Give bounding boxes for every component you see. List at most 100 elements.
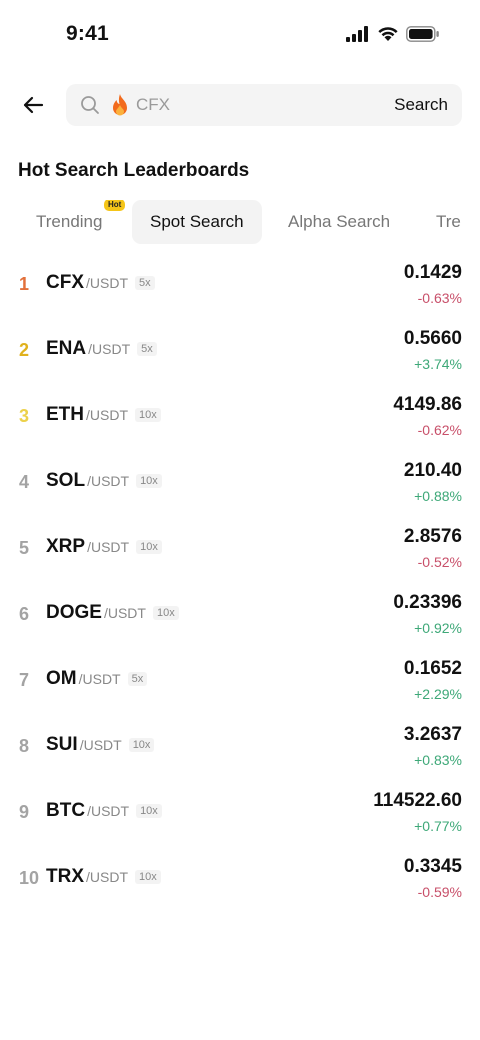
pair-symbol: CFX/USDT 5x xyxy=(46,272,155,294)
quote-asset: /USDT xyxy=(88,341,131,357)
pair-symbol: OM/USDT 5x xyxy=(46,668,148,690)
rank-number: 8 xyxy=(19,736,30,756)
leverage-badge: 10x xyxy=(136,474,162,488)
last-price: 0.1652 xyxy=(403,658,462,679)
list-item[interactable]: 6 DOGE/USDT 10x 0.23396 +0.92% xyxy=(0,582,480,648)
tab-spot-search[interactable]: Spot Search xyxy=(132,200,262,244)
pair-symbol: XRP/USDT 10x xyxy=(46,536,162,558)
price-change: -0.63% xyxy=(417,290,462,306)
price-change: +2.29% xyxy=(414,686,462,702)
price-change: +3.74% xyxy=(414,356,462,372)
quote-asset: /USDT xyxy=(87,539,130,555)
rank-number: 5 xyxy=(19,538,30,558)
base-asset: OM xyxy=(46,668,77,689)
last-price: 0.3345 xyxy=(403,856,462,877)
list-item[interactable]: 4 SOL/USDT 10x 210.40 +0.88% xyxy=(0,450,480,516)
leverage-badge: 5x xyxy=(127,672,148,686)
price-change: -0.52% xyxy=(417,554,462,570)
leverage-badge: 10x xyxy=(136,540,162,554)
last-price: 210.40 xyxy=(403,460,462,481)
status-time: 9:41 xyxy=(66,22,109,45)
hot-badge: Hot xyxy=(104,200,126,211)
pair-symbol: SUI/USDT 10x xyxy=(46,734,155,756)
last-price: 3.2637 xyxy=(403,724,462,745)
list-item[interactable]: 1 CFX/USDT 5x 0.1429 -0.63% xyxy=(0,252,480,318)
list-item[interactable]: 10 TRX/USDT 10x 0.3345 -0.59% xyxy=(0,846,480,912)
price-change: +0.77% xyxy=(414,818,462,834)
search-input[interactable] xyxy=(136,84,376,126)
pair-symbol: DOGE/USDT 10x xyxy=(46,602,179,624)
leaderboard-tabs: Trending Hot Spot Search Alpha Search Tr… xyxy=(18,200,480,244)
price-change: +0.83% xyxy=(414,752,462,768)
quote-asset: /USDT xyxy=(86,869,128,885)
last-price: 114522.60 xyxy=(373,790,462,811)
last-price: 0.5660 xyxy=(403,328,462,349)
price-change: +0.92% xyxy=(414,620,462,636)
rank-number: 4 xyxy=(19,472,30,492)
base-asset: DOGE xyxy=(46,602,102,623)
rank-number: 10 xyxy=(19,868,40,888)
rank-number: 2 xyxy=(19,340,30,360)
list-item[interactable]: 9 BTC/USDT 10x 114522.60 +0.77% xyxy=(0,780,480,846)
pair-symbol: SOL/USDT 10x xyxy=(46,470,162,492)
pair-symbol: ETH/USDT 10x xyxy=(46,404,161,426)
leverage-badge: 10x xyxy=(152,606,179,620)
pair-symbol: BTC/USDT 10x xyxy=(46,800,162,822)
list-item[interactable]: 7 OM/USDT 5x 0.1652 +2.29% xyxy=(0,648,480,714)
quote-asset: /USDT xyxy=(86,275,128,291)
quote-asset: /USDT xyxy=(87,803,130,819)
status-bar: 9:41 xyxy=(0,0,480,72)
tab-label: Trending xyxy=(36,212,103,231)
quote-asset: /USDT xyxy=(79,737,122,753)
base-asset: ETH xyxy=(46,404,84,425)
back-button[interactable] xyxy=(18,90,48,120)
search-box[interactable]: Search xyxy=(66,84,462,126)
leverage-badge: 5x xyxy=(135,276,155,290)
search-icon xyxy=(81,96,99,114)
quote-asset: /USDT xyxy=(86,407,128,423)
tab-label: Spot Search xyxy=(150,212,244,231)
last-price: 2.8576 xyxy=(403,526,462,547)
battery-icon xyxy=(406,26,439,42)
base-asset: TRX xyxy=(46,866,84,887)
pair-symbol: TRX/USDT 10x xyxy=(46,866,161,888)
base-asset: ENA xyxy=(46,338,87,359)
base-asset: XRP xyxy=(46,536,86,557)
search-button[interactable]: Search xyxy=(394,95,448,115)
arrow-left-icon xyxy=(23,96,44,114)
cellular-signal-icon xyxy=(346,26,368,42)
base-asset: SOL xyxy=(46,470,86,491)
leverage-badge: 10x xyxy=(135,870,161,884)
base-asset: SUI xyxy=(46,734,78,755)
price-change: +0.88% xyxy=(414,488,462,504)
tab-alpha-search[interactable]: Alpha Search xyxy=(288,200,390,244)
quote-asset: /USDT xyxy=(87,473,130,489)
rank-number: 1 xyxy=(19,274,30,294)
status-icons xyxy=(346,26,440,42)
base-asset: BTC xyxy=(46,800,86,821)
rank-number: 7 xyxy=(19,670,30,690)
quote-asset: /USDT xyxy=(103,605,146,621)
fire-icon xyxy=(113,94,127,116)
list-item[interactable]: 2 ENA/USDT 5x 0.5660 +3.74% xyxy=(0,318,480,384)
leverage-badge: 10x xyxy=(128,738,155,752)
leverage-badge: 5x xyxy=(137,342,157,356)
rank-number: 9 xyxy=(19,802,30,822)
list-item[interactable]: 8 SUI/USDT 10x 3.2637 +0.83% xyxy=(0,714,480,780)
list-item[interactable]: 5 XRP/USDT 10x 2.8576 -0.52% xyxy=(0,516,480,582)
pair-symbol: ENA/USDT 5x xyxy=(46,338,157,360)
last-price: 0.23396 xyxy=(393,592,462,613)
tab-trending-partial[interactable]: Tre xyxy=(436,200,461,244)
tab-trending[interactable]: Trending xyxy=(36,200,102,244)
section-title: Hot Search Leaderboards xyxy=(18,160,250,181)
tab-label: Tre xyxy=(436,212,461,231)
last-price: 4149.86 xyxy=(393,394,462,415)
rank-number: 6 xyxy=(19,604,30,624)
leverage-badge: 10x xyxy=(136,804,162,818)
price-change: -0.62% xyxy=(417,422,462,438)
rank-number: 3 xyxy=(19,406,30,426)
list-item[interactable]: 3 ETH/USDT 10x 4149.86 -0.62% xyxy=(0,384,480,450)
top-bar: Search xyxy=(0,84,480,126)
quote-asset: /USDT xyxy=(78,671,121,687)
price-change: -0.59% xyxy=(417,884,462,900)
